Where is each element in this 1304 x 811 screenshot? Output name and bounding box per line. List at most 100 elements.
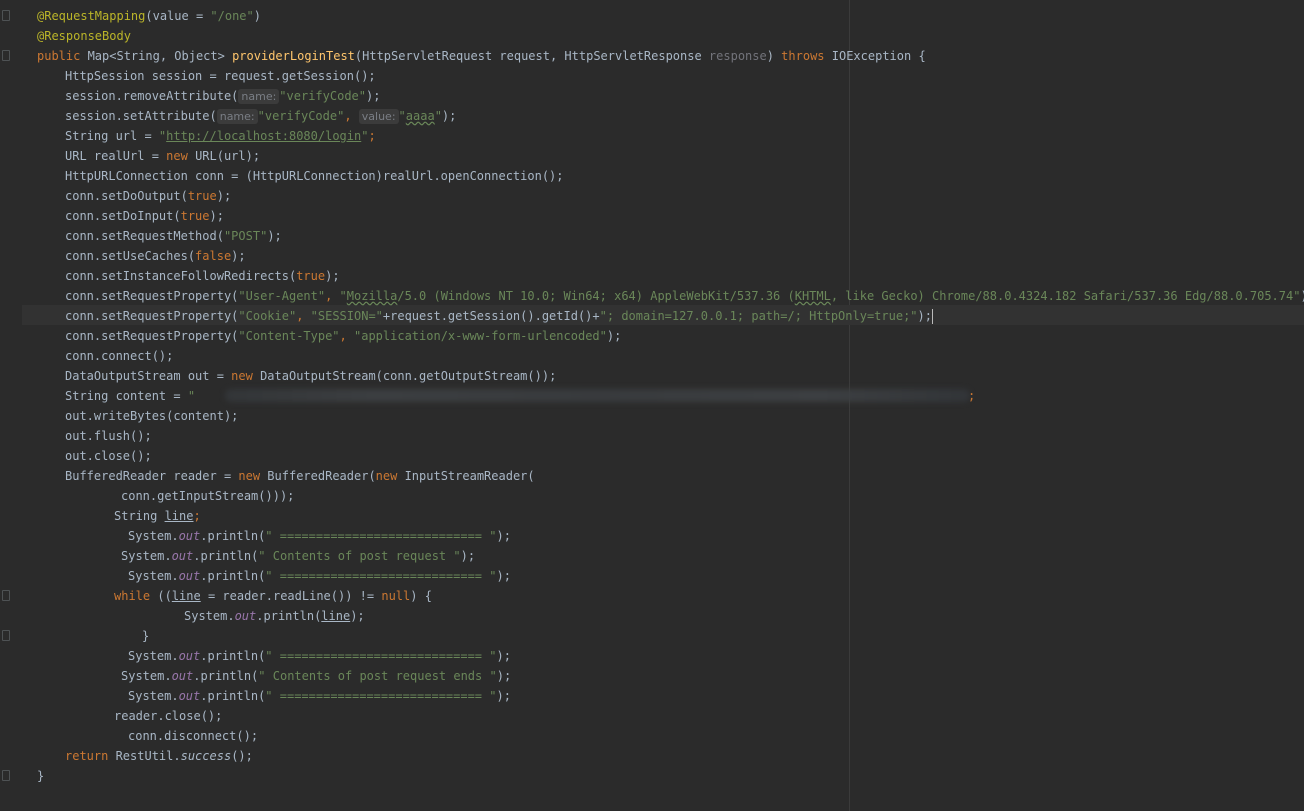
static-field: out (178, 529, 201, 543)
code-line[interactable]: public Map<String, Object> providerLogin… (37, 46, 926, 66)
code-token: out.writeBytes(content); (65, 409, 239, 423)
string-literal: " ============================ " (265, 649, 497, 663)
keyword: true (187, 189, 217, 203)
editor-gutter (0, 0, 22, 811)
string-literal: " ============================ " (265, 529, 497, 543)
code-line[interactable]: conn.setRequestProperty("Content-Type", … (65, 326, 621, 346)
code-line[interactable]: BufferedReader reader = new BufferedRead… (65, 466, 535, 486)
url-link[interactable]: http://localhost:8080/login (166, 129, 361, 143)
code-line[interactable]: @RequestMapping(value = "/one") (37, 6, 261, 26)
string-literal: " Contents of post request ends " (258, 669, 497, 683)
code-line[interactable]: String content = " (65, 386, 195, 406)
code-token: ); (216, 189, 232, 203)
code-line[interactable]: URL realUrl = new URL(url); (65, 146, 260, 166)
keyword: new (238, 469, 268, 483)
code-token: HttpURLConnection conn = (HttpURLConnect… (65, 169, 564, 183)
code-line[interactable]: out.writeBytes(content); (65, 406, 238, 426)
code-line[interactable]: session.setAttribute(name: "verifyCode", … (65, 106, 456, 126)
code-line[interactable]: String line; (114, 506, 201, 526)
code-line[interactable]: System.out.println(" ===================… (128, 566, 511, 586)
method-name: success (180, 749, 232, 763)
string-literal: "SESSION=" (310, 309, 383, 323)
code-line[interactable]: conn.getInputStream())); (121, 486, 294, 506)
code-editor[interactable]: @RequestMapping(value = "/one") @Respons… (0, 0, 1304, 811)
code-line[interactable]: conn.connect(); (65, 346, 173, 366)
code-line[interactable]: conn.disconnect(); (128, 726, 258, 746)
code-line[interactable]: session.removeAttribute(name: "verifyCode… (65, 86, 380, 106)
keyword: throws (781, 49, 832, 63)
code-line[interactable]: System.out.println(" Contents of post re… (121, 666, 511, 686)
code-line[interactable]: while ((line = reader.readLine()) != nul… (114, 586, 432, 606)
code-line[interactable]: } (37, 766, 44, 786)
code-token: session.setAttribute( (65, 109, 217, 123)
code-line[interactable]: } (142, 626, 149, 646)
code-line[interactable]: out.flush(); (65, 426, 152, 446)
code-line[interactable]: return RestUtil.success(); (65, 746, 253, 766)
code-token: .println( (200, 529, 266, 543)
code-line[interactable]: conn.setInstanceFollowRedirects(true); (65, 266, 340, 286)
code-line[interactable]: System.out.println(" ===================… (128, 686, 511, 706)
string-literal: "application/x-www-form-urlencoded" (354, 329, 607, 343)
string-literal: "POST" (223, 229, 268, 243)
code-token: ); (441, 109, 457, 123)
code-token: System. (128, 529, 179, 543)
code-token: ); (460, 549, 476, 563)
string-literal: "verifyCode" (257, 109, 345, 123)
code-token: conn.setDoOutput( (65, 189, 188, 203)
code-line[interactable]: HttpSession session = request.getSession… (65, 66, 376, 86)
code-line[interactable]: @ResponseBody (37, 26, 131, 46)
code-token: System. (121, 669, 172, 683)
code-line[interactable]: String url = "http://localhost:8080/logi… (65, 126, 376, 146)
code-token: System. (128, 689, 179, 703)
redacted-content (225, 389, 970, 402)
code-token: ); (350, 609, 365, 623)
code-token: , (325, 289, 340, 303)
code-token: RestUtil. (115, 749, 181, 763)
code-token: BufferedReader reader = (65, 469, 239, 483)
code-line[interactable]: conn.setDoInput(true); (65, 206, 224, 226)
code-token: HttpSession session = request.getSession… (65, 69, 376, 83)
code-token: conn.setRequestProperty( (65, 309, 239, 323)
keyword: new (231, 369, 261, 383)
code-token: ); (606, 329, 622, 343)
fold-marker-icon[interactable] (2, 10, 10, 21)
text-caret (931, 309, 933, 324)
code-token: ); (496, 689, 511, 703)
code-line[interactable]: System.out.println(" Contents of post re… (121, 546, 475, 566)
code-token: conn.setUseCaches( (65, 249, 196, 263)
code-line[interactable]: reader.close(); (114, 706, 222, 726)
code-token: conn.disconnect(); (128, 729, 259, 743)
code-line[interactable]: conn.setRequestProperty("User-Agent", "M… (65, 286, 1304, 306)
fold-marker-icon[interactable] (2, 770, 10, 781)
code-token: conn.setRequestProperty( (65, 289, 239, 303)
code-token: , (344, 109, 359, 123)
code-line[interactable]: conn.setRequestMethod("POST"); (65, 226, 282, 246)
code-token: ) { (410, 589, 432, 603)
code-line[interactable]: conn.setUseCaches(false); (65, 246, 246, 266)
string-literal: " Contents of post request " (258, 549, 461, 563)
code-token: ) (766, 49, 782, 63)
code-token: session.removeAttribute( (65, 89, 239, 103)
static-field: out (178, 569, 201, 583)
code-line[interactable]: DataOutputStream out = new DataOutputStr… (65, 366, 556, 386)
string-literal: "; domain=127.0.0.1; path=/; HttpOnly=tr… (599, 309, 918, 323)
code-token: .println( (193, 549, 259, 563)
code-token: URL realUrl = (65, 149, 167, 163)
code-token: System. (121, 549, 172, 563)
fold-marker-icon[interactable] (2, 590, 10, 601)
string-literal: , like Gecko) Chrome/88.0.4324.182 Safar… (830, 289, 1301, 303)
code-token: out.flush(); (65, 429, 152, 443)
code-line[interactable]: conn.setDoOutput(true); (65, 186, 231, 206)
fold-marker-icon[interactable] (2, 50, 10, 61)
code-line[interactable]: System.out.println(" ===================… (128, 646, 511, 666)
code-token: ); (917, 309, 932, 323)
code-token: Map<String, Object> (87, 49, 233, 63)
code-token: String url = (65, 129, 159, 143)
fold-marker-icon[interactable] (2, 630, 10, 641)
code-line[interactable]: System.out.println(line); (184, 606, 365, 626)
code-line[interactable]: out.close(); (65, 446, 152, 466)
code-line[interactable]: conn.setRequestProperty("Cookie", "SESSI… (65, 306, 933, 326)
code-line[interactable]: HttpURLConnection conn = (HttpURLConnect… (65, 166, 564, 186)
code-line[interactable]: System.out.println(" ===================… (128, 526, 511, 546)
string-literal: "User-Agent" (238, 289, 326, 303)
